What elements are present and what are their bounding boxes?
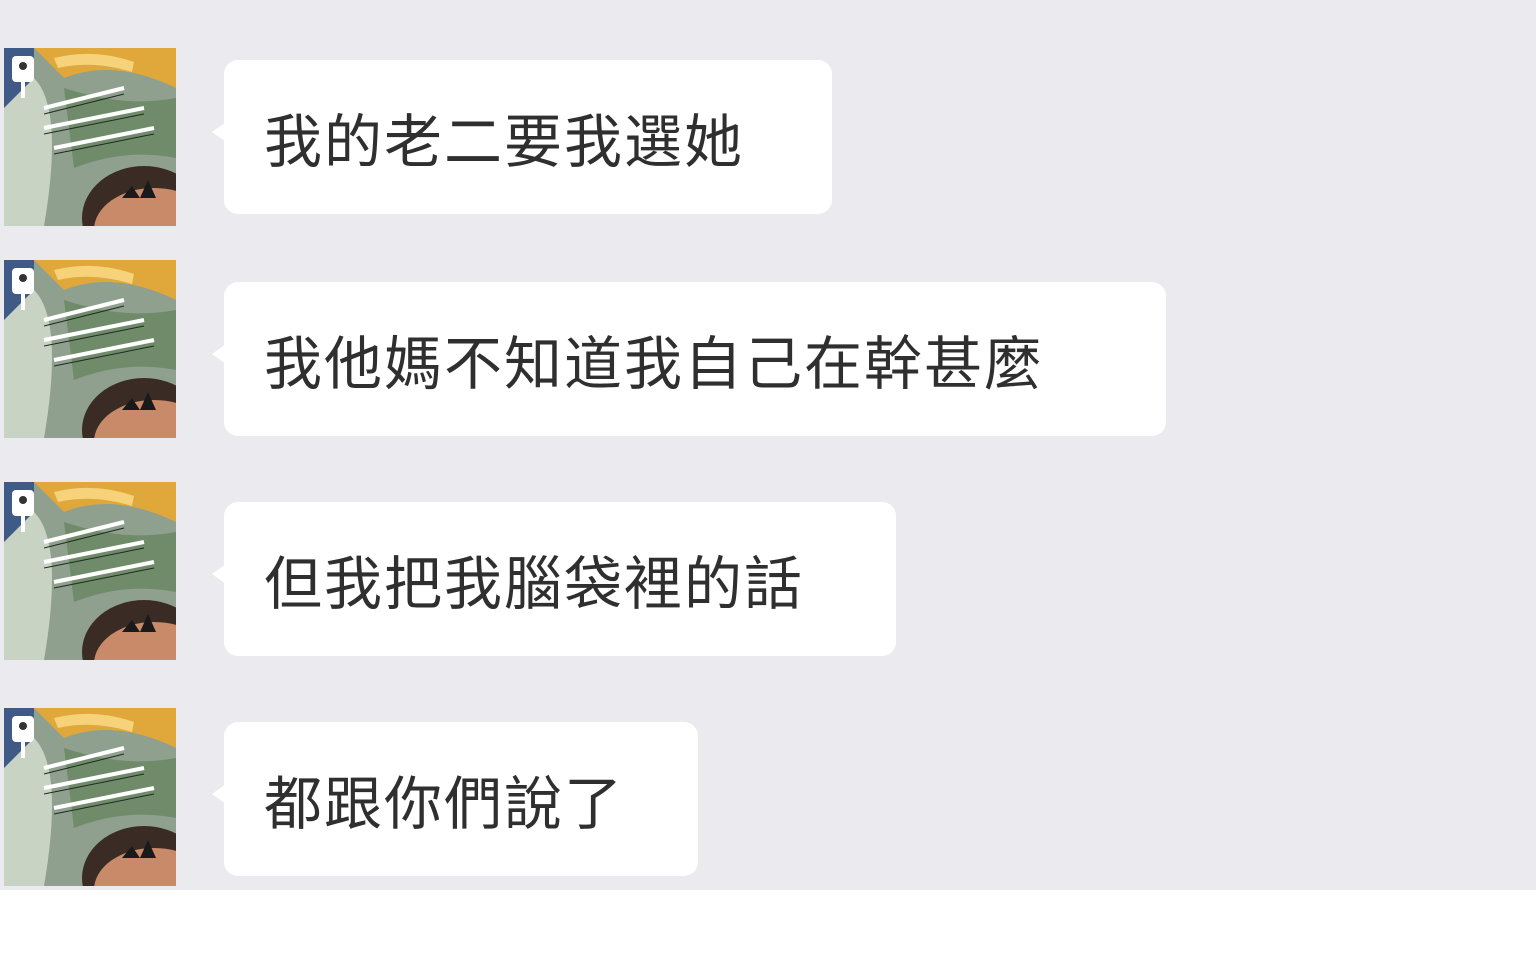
message-bubble[interactable]: 我的老二要我選她 [212,60,832,214]
user-avatar-comic-icon[interactable] [4,48,176,226]
message-bubble[interactable]: 都跟你們說了 [212,722,698,876]
user-avatar-comic-icon[interactable] [4,260,176,438]
message-bubble[interactable]: 但我把我腦袋裡的話 [212,502,896,656]
message-text: 我的老二要我選她 [264,108,745,176]
message-text: 都跟你們說了 [264,770,625,838]
message-bubble[interactable]: 我他媽不知道我自己在幹甚麼 [212,282,1166,436]
user-avatar-comic-icon[interactable] [4,482,176,660]
message-text: 但我把我腦袋裡的話 [264,550,805,618]
user-avatar-comic-icon[interactable] [4,708,176,886]
chat-message-list: 我的老二要我選她 我他媽不知道我自己在幹甚麼 但我把我腦袋裡的話 都跟你們說了 [0,0,1536,890]
message-text: 我他媽不知道我自己在幹甚麼 [264,330,1045,398]
